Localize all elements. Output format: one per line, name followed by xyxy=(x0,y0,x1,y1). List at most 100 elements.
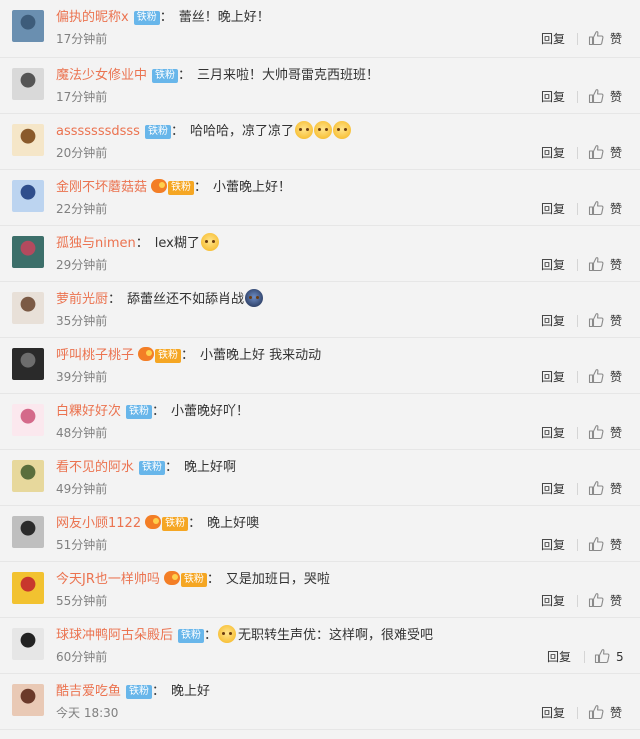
avatar[interactable] xyxy=(12,180,44,212)
comment-text: 晚上好噢 xyxy=(207,516,260,531)
username-link[interactable]: 魔法少女修业中 xyxy=(56,68,147,83)
username-link[interactable]: 酷吉爱吃鱼 xyxy=(56,684,121,699)
thumbs-up-icon xyxy=(588,537,604,552)
comment-line: asssssssdsss 铁粉： 哈哈哈，凉了凉了 xyxy=(56,121,351,143)
colon-separator: ： xyxy=(181,348,195,363)
comment-line: 看不见的阿水 铁粉： 晚上好啊 xyxy=(56,457,236,479)
comment-item: 萝前光厨： 舔蕾丝还不如舔肖战 35分钟前 回复 赞 xyxy=(0,282,640,338)
like-label: 5 xyxy=(616,650,624,664)
username-link[interactable]: 萝前光厨 xyxy=(56,292,108,307)
comment-text: 晚上好啊 xyxy=(184,460,237,475)
comment-time: 60分钟前 xyxy=(56,650,108,664)
comment-text: 哈哈哈，凉了凉了 xyxy=(189,124,294,139)
avatar[interactable] xyxy=(12,348,44,380)
avatar[interactable] xyxy=(12,68,44,100)
comment-text: 晚上好 xyxy=(171,684,211,699)
reply-button[interactable]: 回复 xyxy=(541,312,565,330)
like-label: 赞 xyxy=(610,202,623,216)
thumbs-up-icon xyxy=(588,481,604,496)
thumbs-up-icon xyxy=(588,369,604,384)
comment-time: 39分钟前 xyxy=(56,370,108,384)
reply-button[interactable]: 回复 xyxy=(541,200,565,218)
colon-separator: ： xyxy=(204,628,218,643)
reply-button[interactable]: 回复 xyxy=(547,648,571,666)
username-link[interactable]: 呼叫桃子桃子 xyxy=(56,348,134,363)
doge-emoji-icon xyxy=(313,121,332,139)
like-label: 赞 xyxy=(610,146,623,160)
like-label: 赞 xyxy=(610,314,623,328)
username-link[interactable]: 看不见的阿水 xyxy=(56,460,134,475)
reply-button[interactable]: 回复 xyxy=(541,88,565,106)
divider xyxy=(577,315,578,327)
reply-button[interactable]: 回复 xyxy=(541,536,565,554)
avatar[interactable] xyxy=(12,628,44,660)
reply-button[interactable]: 回复 xyxy=(541,480,565,498)
thumbs-up-icon xyxy=(588,313,604,328)
avatar[interactable] xyxy=(12,10,44,42)
fan-badge: 铁粉 xyxy=(162,517,189,531)
avatar[interactable] xyxy=(12,572,44,604)
reply-button[interactable]: 回复 xyxy=(541,424,565,442)
avatar[interactable] xyxy=(12,684,44,716)
comment-time: 51分钟前 xyxy=(56,538,108,552)
colon-separator: ： xyxy=(108,292,122,307)
comment-line: 孤独与nimen： lex糊了 xyxy=(56,233,219,255)
divider xyxy=(577,595,578,607)
fan-badge: 铁粉 xyxy=(168,181,195,195)
colon-separator: ： xyxy=(194,180,208,195)
reply-button[interactable]: 回复 xyxy=(541,704,565,722)
comment-item: 酷吉爱吃鱼 铁粉： 晚上好 今天 18:30 回复 赞 xyxy=(0,674,640,730)
reply-button[interactable]: 回复 xyxy=(541,592,565,610)
colon-separator: ： xyxy=(170,124,184,139)
colon-separator: ： xyxy=(188,516,202,531)
reply-button[interactable]: 回复 xyxy=(541,30,565,48)
avatar[interactable] xyxy=(12,404,44,436)
divider xyxy=(577,427,578,439)
comment-time: 49分钟前 xyxy=(56,482,108,496)
comment-line: 球球冲鸭阿古朵殿后 铁粉： 无职转生声优：这样啊，很难受吧 xyxy=(56,625,433,647)
comment-line: 网友小顾1122 铁粉： 晚上好噢 xyxy=(56,513,259,535)
comment-line: 偏执的昵称x 铁粉： 蕾丝！晚上好！ xyxy=(56,7,270,29)
reply-button[interactable]: 回复 xyxy=(541,368,565,386)
comment-time: 17分钟前 xyxy=(56,32,108,46)
comment-text: 舔蕾丝还不如舔肖战 xyxy=(127,292,245,307)
reply-button[interactable]: 回复 xyxy=(541,256,565,274)
comment-list: 偏执的昵称x 铁粉：蕾丝！晚上好！ 17分钟前 回复赞魔法少女修业中 铁粉：三月来啦！大… xyxy=(0,0,640,730)
divider xyxy=(577,539,578,551)
colon-separator: ： xyxy=(165,460,179,475)
thumbs-up-icon xyxy=(588,31,604,46)
avatar[interactable] xyxy=(12,460,44,492)
vip-badge-icon xyxy=(163,571,180,585)
avatar[interactable] xyxy=(12,292,44,324)
username-link[interactable]: 白粿好好次 xyxy=(56,404,121,419)
comment-item: 孤独与nimen： lex糊了 29分钟前 回复 赞 xyxy=(0,226,640,282)
comment-text: lex糊了 xyxy=(154,236,200,251)
like-label: 赞 xyxy=(610,706,623,720)
avatar[interactable] xyxy=(12,516,44,548)
comment-item: 网友小顾1122 铁粉： 晚上好噢 51分钟前 回复 赞 xyxy=(0,506,640,562)
username-link[interactable]: 孤独与nimen xyxy=(56,236,136,251)
reply-button[interactable]: 回复 xyxy=(541,144,565,162)
username-link[interactable]: 偏执的昵称x xyxy=(56,10,129,25)
username-link[interactable]: 今天JR也一样帅吗 xyxy=(56,572,160,587)
divider xyxy=(577,259,578,271)
username-link[interactable]: 网友小顾1122 xyxy=(56,516,141,531)
fan-badge: 铁粉 xyxy=(144,125,171,139)
doge-emoji-icon xyxy=(218,625,237,643)
avatar[interactable] xyxy=(12,124,44,156)
thumbs-up-icon xyxy=(588,145,604,160)
comment-time: 20分钟前 xyxy=(56,146,108,160)
like-label: 赞 xyxy=(610,258,623,272)
comment-item: asssssssdsss 铁粉： 哈哈哈，凉了凉了 20分钟前 回复 赞 xyxy=(0,114,640,170)
comment-time: 48分钟前 xyxy=(56,426,108,440)
comment-item: 球球冲鸭阿古朵殿后 铁粉： 无职转生声优：这样啊，很难受吧 60分钟前 回复 5 xyxy=(0,618,640,674)
thumbs-up-icon xyxy=(588,593,604,608)
colon-separator: ： xyxy=(178,68,192,83)
comment-line: 金刚不坏蘑菇菇 铁粉： 小蕾晚上好！ xyxy=(56,177,291,199)
comment-item: 白粿好好次 铁粉： 小蕾晚好吖！ 48分钟前 回复 赞 xyxy=(0,394,640,450)
username-link[interactable]: 金刚不坏蘑菇菇 xyxy=(56,180,147,195)
colon-separator: ： xyxy=(159,10,173,25)
avatar[interactable] xyxy=(12,236,44,268)
username-link[interactable]: asssssssdsss xyxy=(56,124,140,139)
username-link[interactable]: 球球冲鸭阿古朵殿后 xyxy=(56,628,173,643)
